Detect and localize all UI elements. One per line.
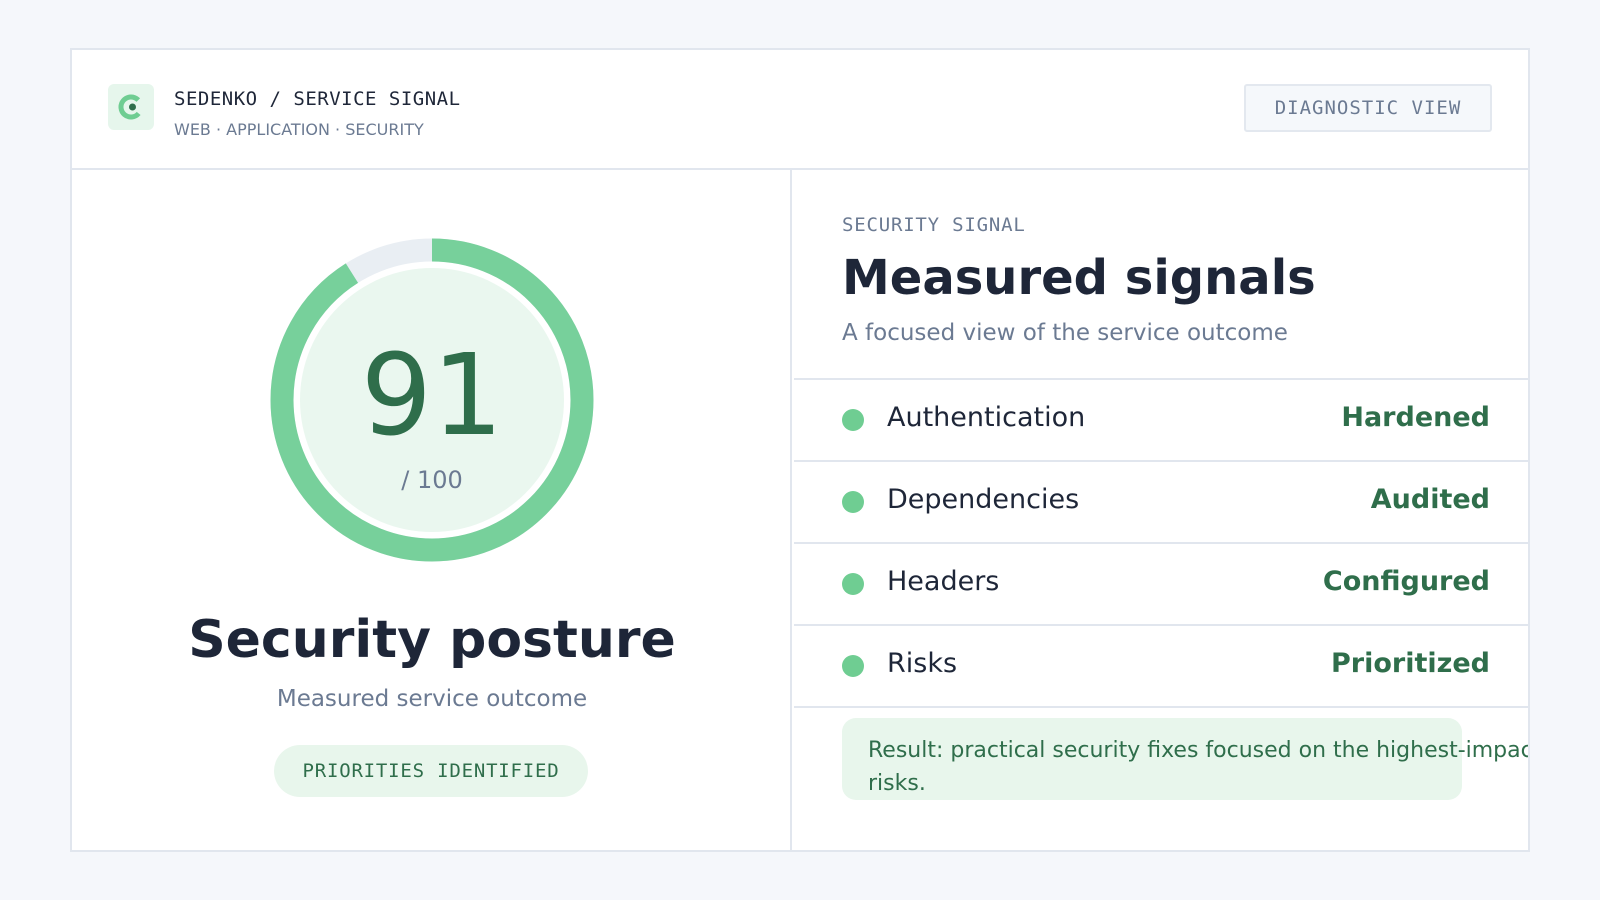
- score-panel: 91 / 100 Security posture Measured servi…: [72, 170, 792, 850]
- posture-subtitle: Measured service outcome: [276, 686, 588, 712]
- card-header: SEDENKO / SERVICE SIGNAL WEB · APPLICATI…: [72, 50, 1528, 170]
- priorities-badge: PRIORITIES IDENTIFIED: [274, 745, 588, 797]
- signal-row-risks: Risks Prioritized: [794, 626, 1528, 708]
- signals-title: Measured signals: [842, 250, 1316, 306]
- brand-title: SEDENKO / SERVICE SIGNAL: [174, 88, 461, 110]
- brand-logo-icon: [108, 84, 154, 130]
- signals-panel: SECURITY SIGNAL Measured signals A focus…: [794, 170, 1528, 850]
- posture-title: Security posture: [188, 610, 676, 670]
- signal-value: Prioritized: [1331, 648, 1490, 679]
- status-dot-icon: [842, 655, 864, 677]
- result-text: Result: practical security fixes focused…: [868, 738, 1530, 796]
- signal-label: Headers: [887, 566, 1000, 597]
- signal-value: Configured: [1322, 566, 1490, 597]
- signal-row-dependencies: Dependencies Audited: [794, 462, 1528, 544]
- signal-label: Risks: [887, 648, 958, 679]
- result-callout: Result: practical security fixes focused…: [842, 718, 1528, 800]
- score-max: / 100: [401, 466, 463, 494]
- signal-row-authentication: Authentication Hardened: [794, 380, 1528, 462]
- signals-list: Authentication Hardened Dependencies Aud…: [794, 378, 1528, 708]
- signals-eyebrow: SECURITY SIGNAL: [842, 214, 1026, 236]
- signal-value: Hardened: [1341, 402, 1490, 433]
- signal-value: Audited: [1370, 484, 1490, 515]
- signal-label: Authentication: [887, 402, 1086, 433]
- status-dot-icon: [842, 573, 864, 595]
- signal-label: Dependencies: [887, 484, 1080, 515]
- signal-row-headers: Headers Configured: [794, 544, 1528, 626]
- service-signal-card: SEDENKO / SERVICE SIGNAL WEB · APPLICATI…: [70, 48, 1530, 852]
- signals-subtitle: A focused view of the service outcome: [842, 320, 1288, 346]
- status-dot-icon: [842, 409, 864, 431]
- brand-subtitle: WEB · APPLICATION · SECURITY: [174, 120, 424, 139]
- score-value: 91: [360, 331, 504, 461]
- status-dot-icon: [842, 491, 864, 513]
- diagnostic-view-button[interactable]: DIAGNOSTIC VIEW: [1244, 84, 1492, 132]
